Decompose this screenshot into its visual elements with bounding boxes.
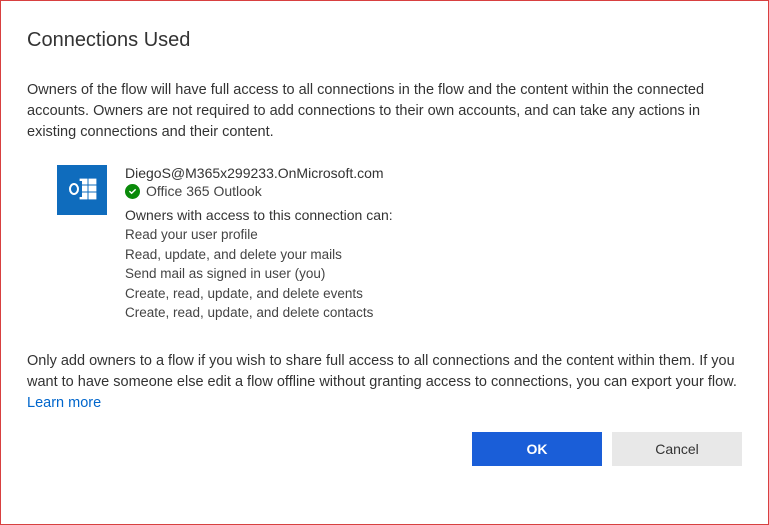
permissions-list: Read your user profileRead, update, and … — [125, 225, 393, 323]
connection-block: DiegoS@M365x299233.OnMicrosoft.com Offic… — [57, 165, 742, 323]
connection-service-row: Office 365 Outlook — [125, 183, 393, 199]
connection-details: DiegoS@M365x299233.OnMicrosoft.com Offic… — [125, 165, 393, 323]
permission-item: Create, read, update, and delete contact… — [125, 303, 393, 323]
check-icon — [125, 184, 140, 199]
cancel-button[interactable]: Cancel — [612, 432, 742, 466]
dialog-title: Connections Used — [27, 29, 742, 52]
learn-more-link[interactable]: Learn more — [27, 395, 101, 411]
permission-item: Create, read, update, and delete events — [125, 284, 393, 304]
connection-service-name: Office 365 Outlook — [146, 183, 262, 199]
connection-email: DiegoS@M365x299233.OnMicrosoft.com — [125, 165, 393, 181]
permission-item: Send mail as signed in user (you) — [125, 264, 393, 284]
footer-text: Only add owners to a flow if you wish to… — [27, 351, 742, 414]
permission-item: Read, update, and delete your mails — [125, 245, 393, 265]
footer-body: Only add owners to a flow if you wish to… — [27, 353, 737, 390]
dialog-description: Owners of the flow will have full access… — [27, 80, 742, 143]
ok-button[interactable]: OK — [472, 432, 602, 466]
permissions-header: Owners with access to this connection ca… — [125, 207, 393, 223]
outlook-icon — [57, 165, 107, 215]
permission-item: Read your user profile — [125, 225, 393, 245]
button-row: OK Cancel — [27, 432, 742, 466]
